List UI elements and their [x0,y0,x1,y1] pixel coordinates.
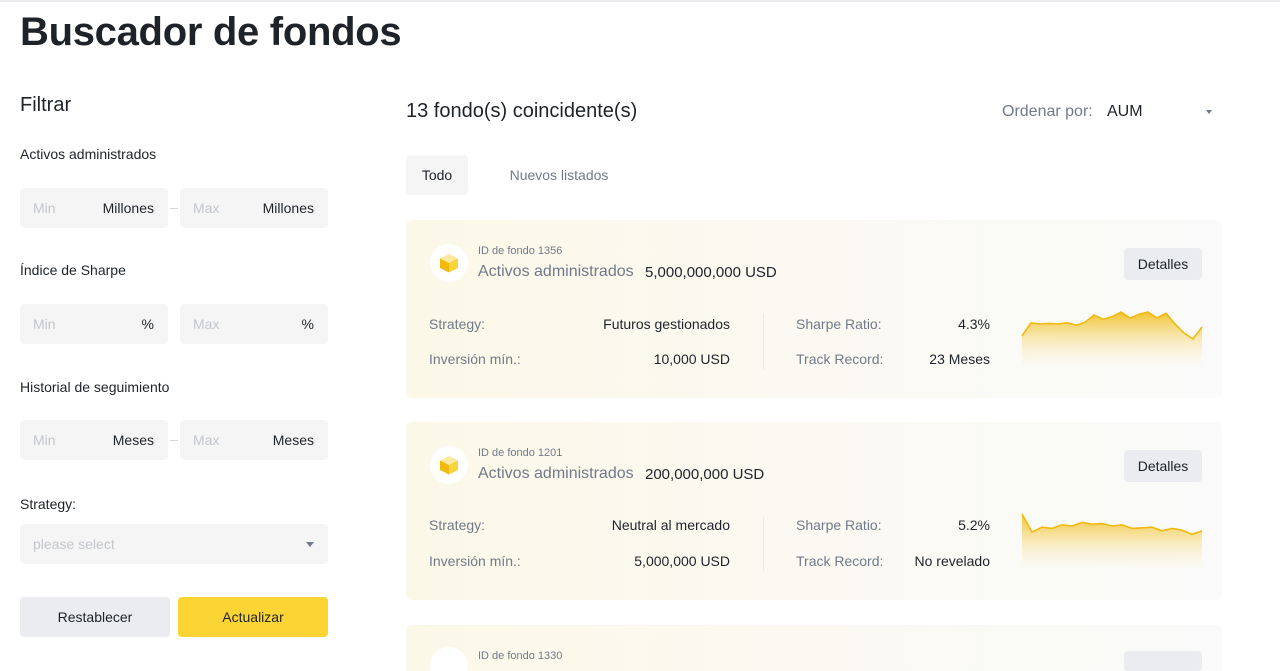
tab-todo[interactable]: Todo [406,155,468,195]
reset-button[interactable]: Restablecer [20,597,170,637]
sharpe-max-unit: % [301,316,314,332]
track-min-input[interactable]: Min Meses [20,420,168,460]
fund-id: ID de fondo 1356 [478,245,563,257]
sparkline-area [1022,312,1202,366]
fund-aum-label: Activos administrados [478,263,634,280]
fund-id: ID de fondo 1330 [478,650,563,662]
sharpe-ratio-label: Sharpe Ratio: [796,316,882,332]
track-record-value: No revelado [914,553,991,569]
track-record-value: 23 Meses [929,351,990,367]
track-max-placeholder: Max [193,432,220,448]
sharpe-min-placeholder: Min [33,316,56,332]
sharpe-ratio-value: 5.2% [958,517,990,533]
top-border [0,0,1280,2]
fund-aum-value: 5,000,000,000 USD [645,264,777,281]
caret-down-icon [306,542,314,547]
min-investment-value: 10,000 USD [653,351,730,367]
sharpe-max-input[interactable]: Max % [180,304,328,344]
aum-max-input[interactable]: Max Millones [180,188,328,228]
sharpe-min-input[interactable]: Min % [20,304,168,344]
sharpe-min-unit: % [141,316,154,332]
fund-aum-label: Activos administrados [478,465,634,482]
range-separator [170,440,178,441]
aum-filter-label: Activos administrados [20,146,157,162]
fund-card[interactable]: ID de fondo 1356 Activos administrados 5… [406,220,1222,398]
range-separator [170,208,178,209]
card-divider [763,516,764,572]
strategy-label: Strategy: [429,316,486,332]
performance-sparkline [1021,311,1203,366]
fund-cube-icon [430,647,468,671]
aum-max-unit: Millones [262,200,314,216]
track-record-label: Track Record: [796,351,884,367]
sharpe-ratio-value: 4.3% [958,316,990,332]
caret-down-icon[interactable] [1206,110,1212,114]
track-record-label: Track Record: [796,553,884,569]
strategy-value: Neutral al mercado [611,517,730,533]
min-investment-label: Inversión mín.: [429,351,521,367]
fund-id: ID de fondo 1201 [478,447,563,459]
strategy-select-placeholder: please select [33,536,115,552]
sharpe-ratio-label: Sharpe Ratio: [796,517,882,533]
fund-cube-icon [430,446,468,484]
strategy-value: Futuros gestionados [603,316,730,332]
page-title: Buscador de fondos [20,10,402,54]
track-min-placeholder: Min [33,432,56,448]
sort-select[interactable]: AUM [1107,103,1143,121]
sort-label: Ordenar por: [1002,103,1093,120]
match-count: 13 fondo(s) coincidente(s) [406,100,638,122]
details-button[interactable] [1124,651,1202,671]
aum-min-unit: Millones [102,200,154,216]
strategy-select[interactable]: please select [20,524,328,564]
sharpe-max-placeholder: Max [193,316,220,332]
tab-nuevos-listados[interactable]: Nuevos listados [496,155,622,195]
track-min-unit: Meses [112,432,154,448]
fund-card[interactable]: ID de fondo 1201 Activos administrados 2… [406,422,1222,600]
fund-cube-icon [430,244,468,282]
details-button[interactable]: Detalles [1124,248,1202,280]
aum-min-placeholder: Min [33,200,56,216]
sparkline-area [1022,514,1202,568]
sharpe-filter-label: Índice de Sharpe [20,262,126,278]
details-button[interactable]: Detalles [1124,450,1202,482]
fund-aum-value: 200,000,000 USD [645,466,765,483]
strategy-filter-label: Strategy: [20,496,77,512]
performance-sparkline [1021,513,1203,568]
filter-title: Filtrar [20,94,72,116]
aum-max-placeholder: Max [193,200,220,216]
track-max-unit: Meses [272,432,314,448]
update-button[interactable]: Actualizar [178,597,328,637]
track-filter-label: Historial de seguimiento [20,379,170,395]
min-investment-value: 5,000,000 USD [634,553,730,569]
card-divider [763,314,764,370]
min-investment-label: Inversión mín.: [429,553,521,569]
strategy-label: Strategy: [429,517,486,533]
aum-min-input[interactable]: Min Millones [20,188,168,228]
track-max-input[interactable]: Max Meses [180,420,328,460]
fund-card[interactable]: ID de fondo 1330 [406,625,1222,671]
